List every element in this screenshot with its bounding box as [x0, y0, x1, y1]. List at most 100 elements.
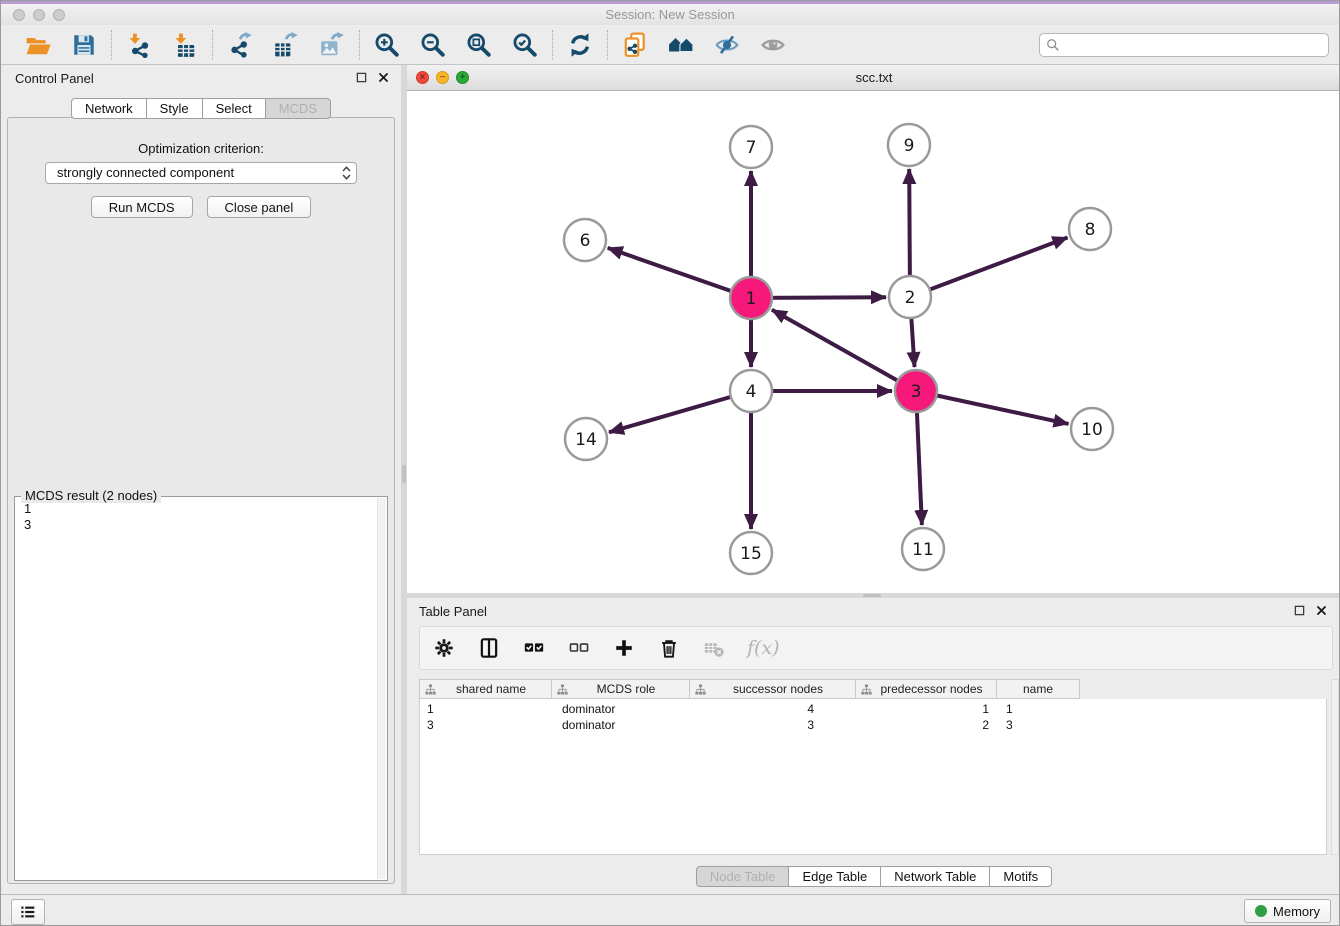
hide-selected-button[interactable]	[713, 31, 741, 59]
graph-edge-3-1[interactable]	[772, 310, 916, 391]
network-close-button[interactable]: ×	[416, 71, 429, 84]
svg-text:6: 6	[580, 231, 591, 251]
save-session-button[interactable]	[70, 31, 98, 59]
graph-node-11[interactable]: 11	[902, 528, 944, 570]
tab-style[interactable]: Style	[147, 98, 203, 119]
toolbar-group	[213, 31, 359, 59]
graph-node-1[interactable]: 1	[730, 277, 772, 319]
result-scrollbar[interactable]	[377, 498, 386, 879]
column-header-name[interactable]: name	[997, 680, 1079, 698]
zoom-selected-button[interactable]	[511, 31, 539, 59]
search-input[interactable]	[1039, 33, 1329, 57]
column-header-predecessor-nodes[interactable]: predecessor nodes	[856, 680, 997, 698]
table-cell[interactable]: 3	[690, 717, 856, 733]
criterion-select[interactable]: strongly connected component	[45, 162, 357, 184]
zoom-in-button[interactable]	[373, 31, 401, 59]
svg-text:7: 7	[746, 138, 757, 158]
save-session-icon	[71, 32, 97, 58]
export-image-button[interactable]	[318, 31, 346, 59]
main-toolbar	[1, 25, 1339, 65]
graph-node-14[interactable]: 14	[565, 418, 607, 460]
tab-network[interactable]: Network	[71, 98, 147, 119]
clear-checks-button[interactable]	[567, 636, 591, 660]
graph-node-4[interactable]: 4	[730, 370, 772, 412]
table-cell[interactable]: 1	[856, 701, 997, 717]
split-columns-button[interactable]	[477, 636, 501, 660]
export-table-button[interactable]	[272, 31, 300, 59]
graph-edge-1-6[interactable]	[608, 248, 751, 298]
close-panel-icon[interactable]	[378, 72, 389, 83]
close-panel-button[interactable]: Close panel	[207, 196, 312, 218]
network-minimize-button[interactable]: −	[436, 71, 449, 84]
graph-node-9[interactable]: 9	[888, 124, 930, 166]
select-all-checks-button[interactable]	[522, 636, 546, 660]
table-cell[interactable]: 1	[997, 701, 1079, 717]
table-cell[interactable]: dominator	[552, 701, 690, 717]
table-cell[interactable]: 2	[856, 717, 997, 733]
open-folder-button[interactable]	[24, 31, 52, 59]
memory-button[interactable]: Memory	[1244, 899, 1331, 923]
tab-network-table[interactable]: Network Table	[881, 866, 990, 887]
graph-node-15[interactable]: 15	[730, 532, 772, 574]
tab-edge-table[interactable]: Edge Table	[789, 866, 881, 887]
import-network-button[interactable]	[125, 31, 153, 59]
table-cell[interactable]: 1	[420, 701, 552, 717]
graph-edge-2-8[interactable]	[910, 238, 1068, 298]
table-scrollbar[interactable]	[1331, 679, 1339, 855]
splitter-grip[interactable]	[402, 465, 406, 483]
mcds-buttons-row: Run MCDS Close panel	[8, 196, 394, 218]
splitter-grip-horizontal[interactable]	[863, 594, 881, 597]
svg-text:3: 3	[911, 382, 922, 402]
tab-select[interactable]: Select	[203, 98, 266, 119]
svg-text:10: 10	[1081, 420, 1103, 440]
column-header-successor-nodes[interactable]: successor nodes	[690, 680, 856, 698]
table-cell[interactable]: 3	[997, 717, 1079, 733]
float-panel-icon[interactable]	[356, 72, 367, 83]
delete-table-button[interactable]	[702, 636, 726, 660]
tab-motifs[interactable]: Motifs	[990, 866, 1052, 887]
graph-node-6[interactable]: 6	[564, 219, 606, 261]
refresh-button[interactable]	[566, 31, 594, 59]
mcds-result-textarea[interactable]: 1 3	[16, 498, 377, 879]
graph-edge-3-10[interactable]	[916, 391, 1069, 424]
close-table-panel-icon[interactable]	[1316, 605, 1327, 616]
tab-node-table[interactable]: Node Table	[696, 866, 790, 887]
graph-node-2[interactable]: 2	[889, 276, 931, 318]
add-column-button[interactable]	[612, 636, 636, 660]
network-maximize-button[interactable]: +	[456, 71, 469, 84]
function-builder-icon[interactable]: f(x)	[747, 637, 780, 659]
graph-node-3[interactable]: 3	[895, 370, 937, 412]
column-header-MCDS-role[interactable]: MCDS role	[552, 680, 690, 698]
column-type-icon	[861, 684, 872, 695]
settings-gear-button[interactable]	[432, 636, 456, 660]
memory-label: Memory	[1273, 904, 1320, 919]
table-cell[interactable]: 3	[420, 717, 552, 733]
graph-node-10[interactable]: 10	[1071, 408, 1113, 450]
column-label: name	[1002, 682, 1074, 696]
network-canvas[interactable]: 7 9 6 8 1 2 4 3 14 10 15 11	[407, 91, 1340, 592]
run-mcds-button[interactable]: Run MCDS	[91, 196, 193, 218]
float-table-panel-icon[interactable]	[1294, 605, 1305, 616]
graph-node-8[interactable]: 8	[1069, 208, 1111, 250]
table-cell[interactable]: 4	[690, 701, 856, 717]
task-history-button[interactable]	[11, 899, 45, 925]
show-all-button[interactable]	[759, 31, 787, 59]
export-network-button[interactable]	[226, 31, 254, 59]
svg-text:11: 11	[912, 540, 934, 560]
zoom-out-button[interactable]	[419, 31, 447, 59]
toolbar-group	[553, 31, 607, 59]
column-type-icon	[425, 684, 436, 695]
svg-text:4: 4	[746, 382, 757, 402]
zoom-fit-button[interactable]	[465, 31, 493, 59]
control-panel-header: Control Panel	[1, 65, 401, 91]
network-window-titlebar: × − + scc.txt	[407, 65, 1340, 91]
import-table-button[interactable]	[171, 31, 199, 59]
column-header-shared-name[interactable]: shared name	[420, 680, 552, 698]
clone-network-button[interactable]	[621, 31, 649, 59]
home-layout-button[interactable]	[667, 31, 695, 59]
network-window: × − + scc.txt 7 9 6 8 1 2 4 3 14 10 15 11	[407, 65, 1340, 593]
table-cell[interactable]: dominator	[552, 717, 690, 733]
tab-mcds[interactable]: MCDS	[266, 98, 331, 119]
delete-column-button[interactable]	[657, 636, 681, 660]
graph-node-7[interactable]: 7	[730, 126, 772, 168]
